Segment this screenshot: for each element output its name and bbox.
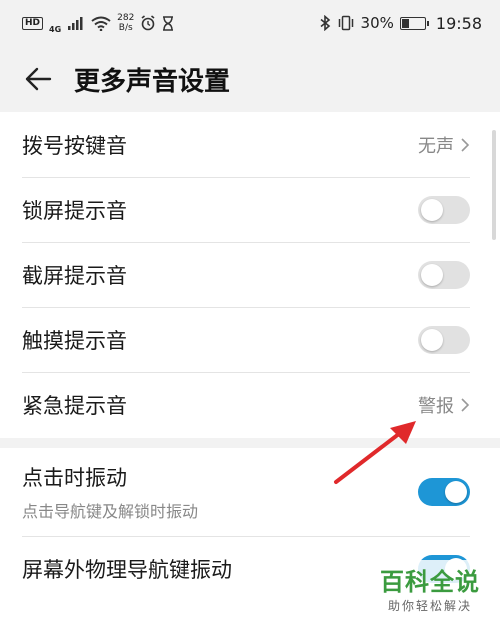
- setting-touch-sound: 触摸提示音: [0, 307, 500, 372]
- toggle-knob: [445, 481, 467, 503]
- watermark-logo: 百科全说 助你轻松解决: [374, 560, 486, 616]
- hourglass-icon: [163, 15, 174, 31]
- arrow-left-icon: [25, 67, 52, 91]
- battery-percent: 30%: [360, 14, 394, 32]
- setting-screenshot-sound: 截屏提示音: [0, 242, 500, 307]
- chevron-right-icon: [461, 137, 470, 152]
- setting-label: 拨号按键音: [22, 133, 127, 158]
- watermark-sub: 助你轻松解决: [387, 599, 472, 613]
- status-right: 30% 19:58: [319, 14, 482, 33]
- setting-value: 无声: [418, 132, 470, 158]
- scrollbar[interactable]: [492, 130, 496, 240]
- watermark-main: 百科全说: [380, 568, 480, 596]
- wifi-icon: [91, 16, 111, 31]
- sound-settings-card: 拨号按键音 无声 锁屏提示音 截屏提示音 触摸提示音 紧急提示音 警报: [0, 112, 500, 438]
- network-type: 4G: [49, 24, 62, 34]
- vibrate-on-tap-toggle[interactable]: [418, 478, 470, 506]
- setting-label: 锁屏提示音: [22, 198, 127, 223]
- setting-label-stack: 点击时振动 点击导航键及解锁时振动: [22, 462, 198, 522]
- vibrate-icon: [338, 15, 353, 31]
- chevron-right-icon: [461, 397, 470, 412]
- setting-emergency-sound[interactable]: 紧急提示音 警报: [0, 372, 500, 437]
- setting-lock-sound: 锁屏提示音: [0, 177, 500, 242]
- emergency-sound-value: 警报: [418, 395, 454, 417]
- setting-label: 触摸提示音: [22, 328, 127, 353]
- annotation-arrow-icon: [334, 421, 416, 484]
- hd-badge: HD: [22, 16, 44, 30]
- toggle-knob: [421, 263, 443, 286]
- battery-icon: [399, 16, 429, 30]
- setting-label: 屏幕外物理导航键振动: [22, 557, 232, 582]
- network-speed: 282 B/s: [117, 13, 134, 33]
- app-bar: 更多声音设置: [0, 46, 500, 112]
- touch-sound-toggle[interactable]: [418, 325, 470, 354]
- setting-label: 截屏提示音: [22, 263, 127, 288]
- screenshot-sound-toggle[interactable]: [418, 260, 470, 289]
- toggle-knob: [421, 328, 443, 351]
- status-left: HD 4G 282 B/s: [22, 13, 174, 34]
- speed-unit: B/s: [118, 23, 133, 33]
- toggle-knob: [421, 198, 443, 221]
- signal-icon: [68, 17, 83, 30]
- setting-label: 紧急提示音: [22, 393, 127, 418]
- dial-tone-value: 无声: [418, 135, 454, 157]
- page-title: 更多声音设置: [74, 66, 231, 97]
- lock-sound-toggle[interactable]: [418, 195, 470, 224]
- battery-level-fill: [401, 18, 410, 28]
- status-bar: HD 4G 282 B/s 30% 19:58: [0, 0, 500, 46]
- setting-value: 警报: [418, 392, 470, 418]
- speed-value: 282: [117, 13, 135, 23]
- back-button[interactable]: [10, 51, 66, 107]
- setting-label: 点击时振动: [22, 466, 127, 490]
- bluetooth-icon: [320, 15, 330, 31]
- setting-sublabel: 点击导航键及解锁时振动: [22, 502, 199, 521]
- alarm-icon: [141, 15, 155, 31]
- setting-dial-tone[interactable]: 拨号按键音 无声: [0, 112, 500, 177]
- clock: 19:58: [435, 13, 482, 33]
- setting-vibrate-on-tap: 点击时振动 点击导航键及解锁时振动: [0, 448, 500, 536]
